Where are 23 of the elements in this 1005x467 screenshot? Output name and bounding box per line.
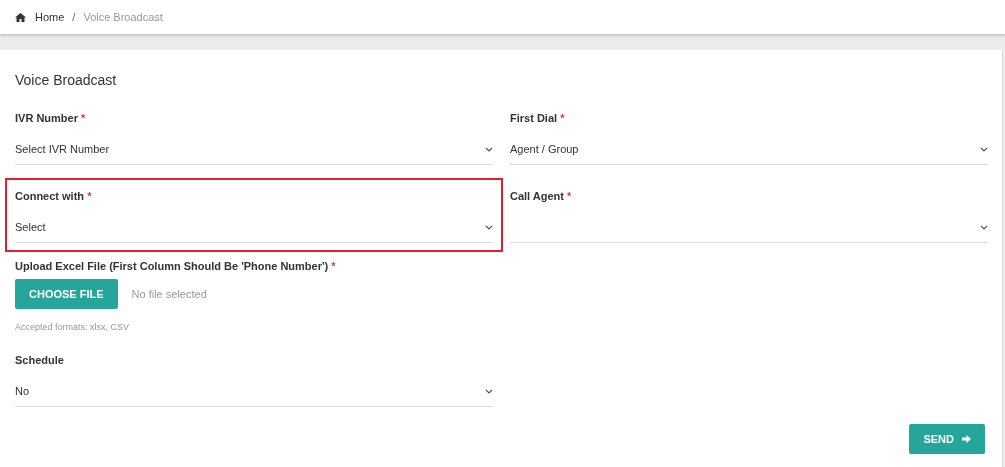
breadcrumb-current: Voice Broadcast [83,11,163,23]
breadcrumb-separator: / [72,11,76,23]
field-label: First Dial * [510,112,566,126]
format-hint: Accepted formats: xlsx, CSV [15,322,131,332]
chevron-down-icon [485,388,493,394]
field-label: Call Agent * [510,190,573,204]
chevron-down-icon [980,224,988,230]
field-label: Connect with * [15,190,93,204]
breadcrumb-link[interactable]: Home [35,11,65,23]
chevron-down-icon [485,224,493,230]
select-field[interactable]: Select [15,220,493,243]
field-label: Upload Excel File (First Column Should Be 'Phone Number') * [15,260,337,272]
file-status: No file selected [131,288,207,300]
form-title: Voice Broadcast [15,72,118,88]
select-field[interactable]: Select IVR Number [15,142,493,165]
select-field[interactable]: No [15,384,493,407]
chevron-down-icon [980,146,988,152]
field-label: Schedule [15,354,65,368]
chevron-down-icon [485,146,493,152]
home-icon [15,12,26,22]
arrow-right-icon [962,435,971,443]
field-label: IVR Number * [15,112,87,126]
select-field[interactable]: Agent / Group [510,142,988,165]
